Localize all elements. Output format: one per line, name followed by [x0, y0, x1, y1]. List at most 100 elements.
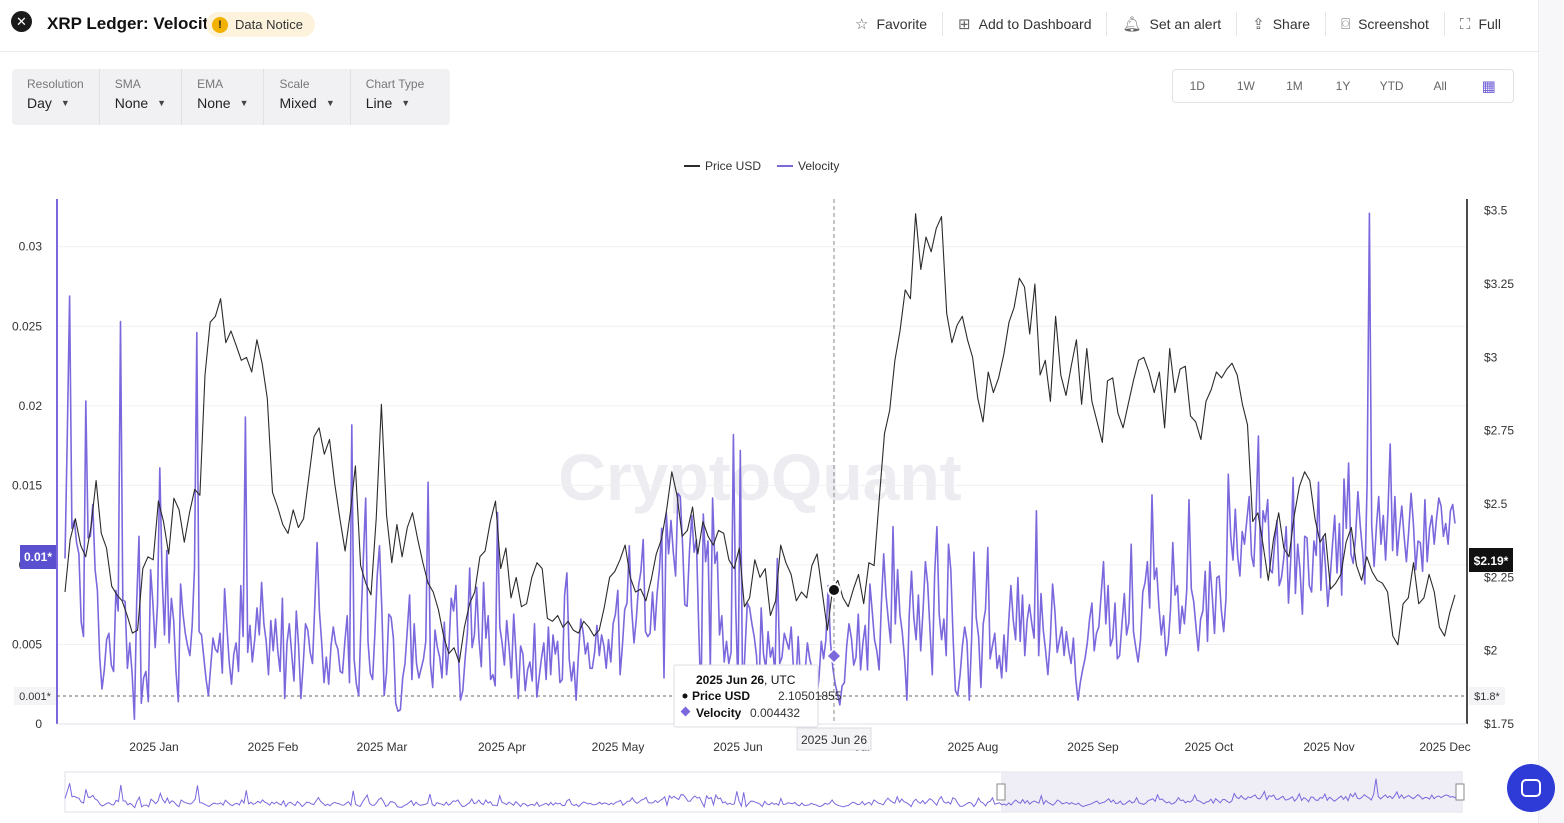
chart-type-value: Line: [365, 95, 393, 111]
tooltip-date: 2025 Jun 26, UTC: [696, 673, 796, 687]
price-hover-marker: [827, 583, 841, 597]
screenshot-button[interactable]: ⌼ Screenshot: [1325, 12, 1444, 36]
x-tick-label: 2025 Dec: [1419, 740, 1470, 754]
right-min-badge: $1.8*: [1474, 691, 1500, 703]
y-left-tick-label: 0.005: [12, 637, 42, 651]
chat-icon: [1521, 779, 1541, 797]
y-right-tick-label: $1.75: [1484, 717, 1514, 731]
y-right-tick-label: $3.25: [1484, 277, 1514, 291]
series-price-line: [64, 213, 1456, 663]
add-to-dashboard-label: Add to Dashboard: [978, 16, 1092, 32]
chevron-down-icon: ▼: [60, 98, 70, 108]
warning-icon: !: [212, 16, 228, 33]
favorite-label: Favorite: [876, 16, 928, 32]
tooltip-price-bullet: [682, 693, 688, 699]
set-alert-label: Set an alert: [1149, 16, 1222, 32]
bell-icon: 🔔︎: [1122, 16, 1142, 33]
navigator-handle-right: [1455, 783, 1465, 801]
chevron-down-icon: ▼: [325, 98, 335, 108]
chevron-down-icon: ▼: [239, 98, 249, 108]
range-1d-button[interactable]: 1D: [1173, 79, 1222, 93]
y-right-tick-label: $2.5: [1484, 497, 1508, 511]
y-left-tick-label: 0.03: [19, 240, 43, 254]
right-current-badge: $2.19*: [1474, 554, 1509, 568]
x-tick-label: 2025 Sep: [1067, 740, 1119, 754]
range-1w-button[interactable]: 1W: [1222, 79, 1271, 93]
ema-value: None: [197, 95, 231, 111]
x-tick-label: 2025 Apr: [478, 740, 526, 754]
velocity-hover-marker: [825, 647, 843, 665]
y-left-tick-label: 0.025: [12, 319, 42, 333]
calendar-icon[interactable]: ▦: [1464, 77, 1513, 95]
x-tick-label: 2025 Oct: [1185, 740, 1234, 754]
share-icon: ⇪: [1252, 16, 1265, 33]
ema-select[interactable]: EMA None ▼: [182, 69, 265, 125]
legend-price-label: Price USD: [705, 159, 761, 173]
velocity-chart[interactable]: CryptoQuantPrice USDVelocity00.0050.010.…: [0, 140, 1538, 823]
chart-type-label: Chart Type: [365, 77, 425, 91]
fullscreen-icon: ⛶: [1459, 15, 1471, 33]
page-title: XRP Ledger: Velocity: [47, 14, 218, 33]
x-tick-label: 2025 Feb: [248, 740, 299, 754]
time-range-selector: 1D 1W 1M 1Y YTD All ▦: [1172, 69, 1514, 103]
tooltip-velocity-label: Velocity: [696, 706, 742, 720]
legend-velocity-label: Velocity: [798, 159, 839, 173]
share-button[interactable]: ⇪ Share: [1236, 12, 1325, 36]
page-scrollbar[interactable]: [1538, 0, 1564, 823]
y-right-tick-label: $3: [1484, 350, 1498, 364]
x-tick-label: 2025 Aug: [948, 740, 999, 754]
y-left-tick-label: 0.015: [12, 478, 42, 492]
chat-support-button[interactable]: [1507, 764, 1555, 812]
navigator-selection: [1001, 772, 1462, 812]
crosshair-date-label: 2025 Jun 26: [801, 733, 867, 747]
left-current-badge: 0.01*: [24, 550, 52, 564]
range-1y-button[interactable]: 1Y: [1319, 79, 1368, 93]
sma-value: None: [114, 95, 149, 111]
dashboard-add-icon: ⊞: [958, 16, 971, 33]
y-right-tick-label: $2: [1484, 644, 1498, 658]
tooltip-velocity-value: 0.004432: [750, 706, 800, 720]
resolution-label: Resolution: [27, 77, 84, 91]
chart-type-select[interactable]: Chart Type Line ▼: [351, 69, 439, 125]
ema-label: EMA: [197, 77, 224, 91]
fullscreen-button[interactable]: ⛶ Full: [1443, 12, 1516, 36]
watermark-text: CryptoQuant: [558, 440, 961, 514]
y-right-tick-label: $2.75: [1484, 424, 1514, 438]
y-right-tick-label: $2.25: [1484, 570, 1514, 584]
add-to-dashboard-button[interactable]: ⊞ Add to Dashboard: [942, 12, 1106, 36]
chevron-down-icon: ▼: [157, 98, 167, 108]
y-right-tick-label: $3.5: [1484, 204, 1508, 218]
share-label: Share: [1272, 16, 1311, 32]
screenshot-label: Screenshot: [1358, 16, 1429, 32]
range-ytd-button[interactable]: YTD: [1367, 79, 1416, 93]
scale-label: Scale: [279, 77, 310, 91]
data-notice-label: Data Notice: [235, 17, 303, 32]
left-min-badge: 0.001*: [19, 691, 52, 703]
header-actions: ☆ Favorite ⊞ Add to Dashboard 🔔︎ Set an ale…: [840, 0, 1516, 48]
navigator-handle-left: [996, 783, 1006, 801]
sma-label: SMA: [114, 77, 141, 91]
range-all-button[interactable]: All: [1416, 79, 1465, 93]
data-notice-button[interactable]: ! Data Notice: [206, 12, 315, 37]
header-bar: ✕ XRP Ledger: Velocity ! Data Notice ☆ Fa…: [0, 0, 1538, 52]
y-left-tick-label: 0: [35, 717, 42, 731]
camera-icon: ⌼: [1341, 15, 1351, 33]
range-1m-button[interactable]: 1M: [1270, 79, 1319, 93]
scale-select[interactable]: Scale Mixed ▼: [264, 69, 351, 125]
set-alert-button[interactable]: 🔔︎ Set an alert: [1106, 12, 1236, 36]
chevron-down-icon: ▼: [401, 98, 411, 108]
resolution-value: Day: [27, 95, 52, 111]
y-left-tick-label: 0.02: [19, 399, 43, 413]
tooltip-price-label: Price USD: [692, 689, 750, 703]
favorite-button[interactable]: ☆ Favorite: [840, 12, 942, 36]
x-tick-label: 2025 Nov: [1303, 740, 1354, 754]
x-tick-label: 2025 Jun: [713, 740, 762, 754]
close-icon[interactable]: ✕: [11, 11, 32, 32]
sma-select[interactable]: SMA None ▼: [100, 69, 183, 125]
x-tick-label: 2025 Jan: [129, 740, 178, 754]
scale-value: Mixed: [279, 95, 317, 111]
x-tick-label: 2025 May: [592, 740, 645, 754]
tooltip-price-value: 2.10501855: [778, 689, 842, 703]
resolution-select[interactable]: Resolution Day ▼: [12, 69, 100, 125]
x-tick-label: 2025 Mar: [357, 740, 408, 754]
